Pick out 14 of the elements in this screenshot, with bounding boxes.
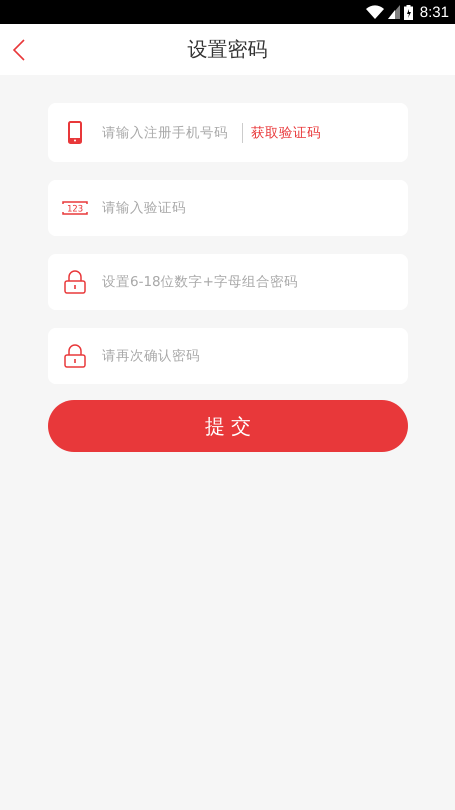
input-field[interactable]: 设置6-18位数字+字母组合密码 — [102, 274, 332, 290]
battery-icon — [404, 4, 413, 20]
submit-button[interactable]: 提 交 — [48, 400, 408, 452]
clock-time: 8:31 — [420, 4, 449, 20]
page-title: 设置密码 — [188, 36, 268, 63]
get-code-button[interactable]: 获取验证码 — [251, 124, 321, 142]
wifi-icon — [366, 5, 384, 19]
lock-icon — [62, 343, 88, 369]
lock-icon — [62, 269, 88, 295]
back-button[interactable] — [12, 39, 26, 61]
input-field[interactable]: 请输入注册手机号码 — [102, 124, 242, 140]
input-field[interactable]: 请输入验证码 — [102, 200, 332, 216]
input-field[interactable]: 请再次确认密码 — [102, 348, 332, 364]
signal-icon — [388, 5, 400, 19]
